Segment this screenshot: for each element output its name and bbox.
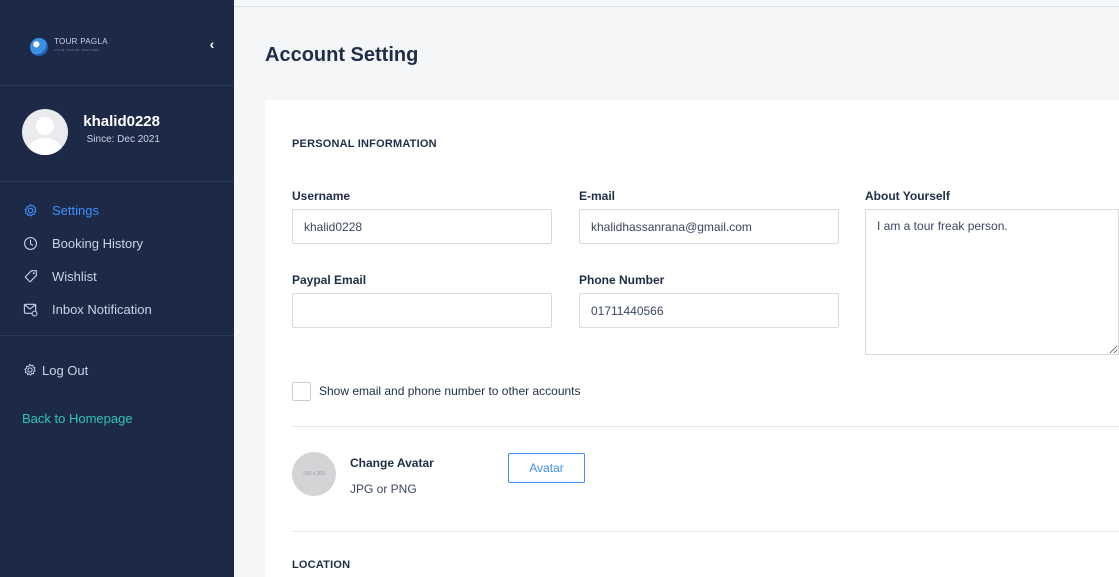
section-divider xyxy=(292,531,1119,532)
location-heading: LOCATION xyxy=(292,559,351,571)
gear-icon xyxy=(22,202,38,218)
email-input[interactable] xyxy=(579,209,839,244)
logout-label: Log Out xyxy=(42,362,89,378)
top-border xyxy=(234,6,1119,7)
sidebar-item-label: Wishlist xyxy=(52,268,97,284)
inbox-icon xyxy=(22,301,38,317)
phone-number-label: Phone Number xyxy=(579,273,665,287)
about-yourself-textarea[interactable]: I am a tour freak person. xyxy=(865,209,1119,355)
show-contact-label: Show email and phone number to other acc… xyxy=(319,384,581,398)
paypal-email-input[interactable] xyxy=(292,293,552,328)
show-contact-checkbox[interactable] xyxy=(292,382,311,401)
profile-username: khalid0228 xyxy=(83,113,160,130)
sidebar-item-label: Inbox Notification xyxy=(52,301,152,317)
back-to-homepage-link[interactable]: Back to Homepage xyxy=(22,411,133,426)
phone-number-input[interactable] xyxy=(579,293,839,328)
brand-logo-text: TOUR PAGLA xyxy=(54,37,108,46)
avatar xyxy=(22,109,68,155)
tag-heart-icon xyxy=(22,268,38,284)
username-label: Username xyxy=(292,189,351,203)
profile-since: Since: Dec 2021 xyxy=(86,134,160,145)
paypal-email-label: Paypal Email xyxy=(292,273,367,287)
personal-information-heading: PERSONAL INFORMATION xyxy=(292,138,437,150)
sidebar-item-label: Booking History xyxy=(52,235,144,251)
change-avatar-title: Change Avatar xyxy=(350,456,434,470)
sidebar-item-booking-history[interactable]: Booking History xyxy=(22,233,143,253)
sidebar-item-label: Settings xyxy=(52,202,99,218)
gear-icon xyxy=(22,362,38,378)
logo-row: TOUR PAGLA YOUR TRAVEL PARTNER ‹ xyxy=(0,0,234,86)
globe-icon xyxy=(30,38,48,56)
about-yourself-label: About Yourself xyxy=(865,189,950,203)
email-label: E-mail xyxy=(579,189,616,203)
sidebar: TOUR PAGLA YOUR TRAVEL PARTNER ‹ khalid0… xyxy=(0,0,234,577)
sidebar-divider xyxy=(0,335,234,336)
sidebar-item-settings[interactable]: Settings xyxy=(22,200,99,220)
page-title: Account Setting xyxy=(265,44,419,66)
avatar-format-hint: JPG or PNG xyxy=(350,482,417,496)
logout-link[interactable]: Log Out xyxy=(22,362,88,378)
avatar-upload-button[interactable]: Avatar xyxy=(508,453,585,483)
sidebar-item-wishlist[interactable]: Wishlist xyxy=(22,266,97,286)
avatar-placeholder: 200 x 200 xyxy=(292,452,336,496)
profile-card: khalid0228 Since: Dec 2021 xyxy=(0,86,234,182)
brand-tagline: YOUR TRAVEL PARTNER xyxy=(54,48,100,52)
clock-icon xyxy=(22,235,38,251)
username-input[interactable] xyxy=(292,209,552,244)
section-divider xyxy=(292,426,1119,427)
sidebar-item-inbox-notification[interactable]: Inbox Notification xyxy=(22,299,152,319)
chevron-left-icon[interactable]: ‹ xyxy=(206,36,218,52)
